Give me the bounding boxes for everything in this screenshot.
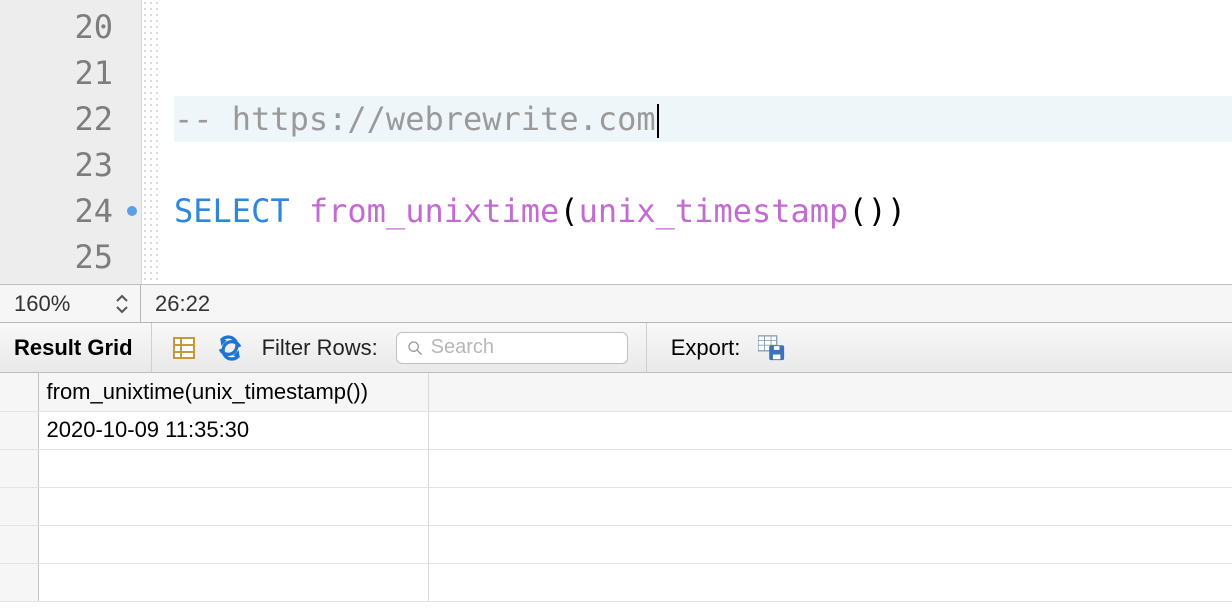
gutter-line-number: 21 — [0, 50, 141, 96]
cursor-position: 26:22 — [141, 291, 210, 317]
gutter-line-number: 24 — [0, 188, 141, 234]
code-line[interactable]: -- https://webrewrite.com — [174, 96, 1232, 142]
divider — [646, 323, 647, 372]
gutter-line-number: 22 — [0, 96, 141, 142]
cell[interactable]: 2020-10-09 11:35:30 — [38, 411, 428, 449]
refresh-icon[interactable] — [216, 334, 244, 362]
code-line[interactable]: SELECT from_unixtime(unix_timestamp()) — [174, 188, 1232, 234]
filter-search-box[interactable] — [396, 332, 628, 364]
search-icon — [407, 339, 423, 357]
table-row-empty — [0, 563, 1232, 601]
row-number-header — [0, 373, 38, 411]
table-row-empty — [0, 525, 1232, 563]
editor-fold-strip — [142, 0, 160, 284]
table-row[interactable]: 2020-10-09 11:35:30 — [0, 411, 1232, 449]
chevron-up-icon — [116, 294, 128, 302]
gutter-line-number: 23 — [0, 142, 141, 188]
chevron-down-icon — [116, 306, 128, 314]
zoom-stepper[interactable] — [104, 294, 140, 314]
gutter-line-number: 25 — [0, 234, 141, 280]
result-toolbar: Result Grid Filter Rows: Export: — [0, 323, 1232, 373]
export-save-icon[interactable] — [758, 334, 786, 362]
column-header[interactable]: from_unixtime(unix_timestamp()) — [38, 373, 428, 411]
zoom-level[interactable]: 160% — [0, 291, 104, 317]
divider — [151, 323, 152, 372]
table-row-empty — [0, 487, 1232, 525]
text-caret — [657, 104, 659, 138]
result-grid-label: Result Grid — [14, 335, 133, 361]
filter-search-input[interactable] — [431, 336, 617, 359]
editor-status-bar: 160% 26:22 — [0, 285, 1232, 323]
code-line[interactable] — [174, 234, 1232, 280]
table-row-empty — [0, 449, 1232, 487]
editor-code-area[interactable]: -- https://webrewrite.com SELECT from_uni… — [160, 0, 1232, 284]
result-grid[interactable]: from_unixtime(unix_timestamp()) 2020-10-… — [0, 373, 1232, 602]
grid-view-icon[interactable] — [170, 334, 198, 362]
statement-marker-icon — [127, 206, 137, 216]
code-line[interactable] — [174, 50, 1232, 96]
editor-gutter: 202122232425 — [0, 0, 142, 284]
code-line[interactable] — [174, 4, 1232, 50]
gutter-line-number: 20 — [0, 4, 141, 50]
filter-rows-label: Filter Rows: — [262, 335, 378, 361]
code-line[interactable] — [174, 142, 1232, 188]
sql-editor[interactable]: 202122232425 -- https://webrewrite.com SE… — [0, 0, 1232, 285]
export-label: Export: — [671, 335, 741, 361]
